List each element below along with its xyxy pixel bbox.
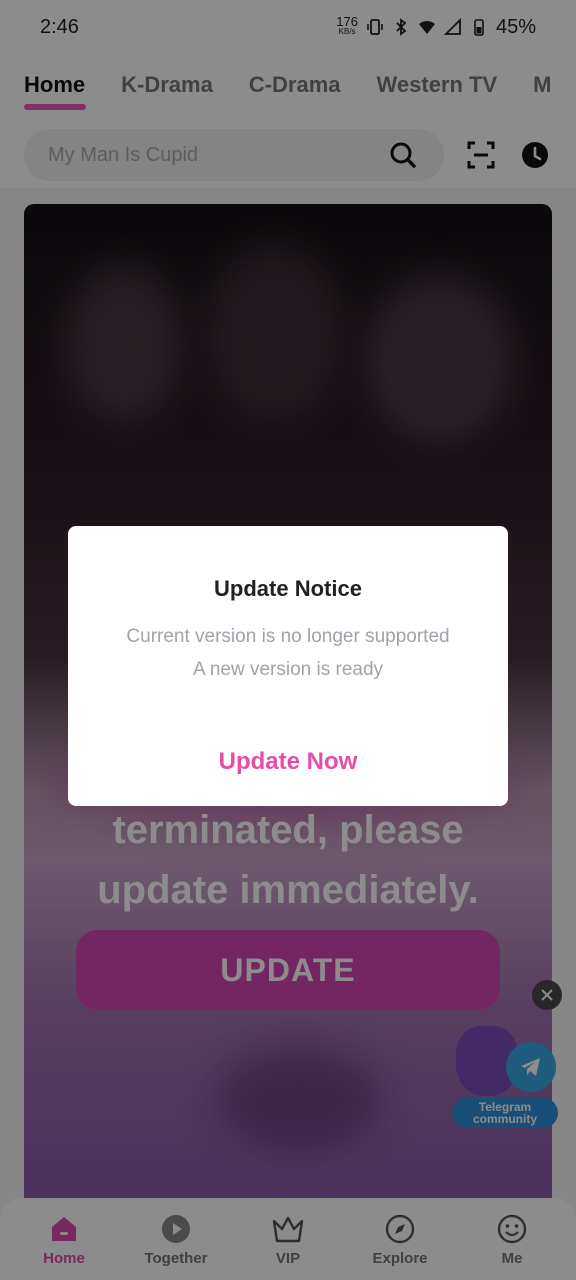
update-now-button[interactable]: Update Now <box>68 748 508 776</box>
dialog-title: Update Notice <box>214 576 362 601</box>
update-dialog: Update Notice Current version is no long… <box>68 526 508 806</box>
dialog-message-line1: Current version is no longer supported <box>126 626 450 647</box>
dialog-message-line2: A new version is ready <box>192 659 384 680</box>
